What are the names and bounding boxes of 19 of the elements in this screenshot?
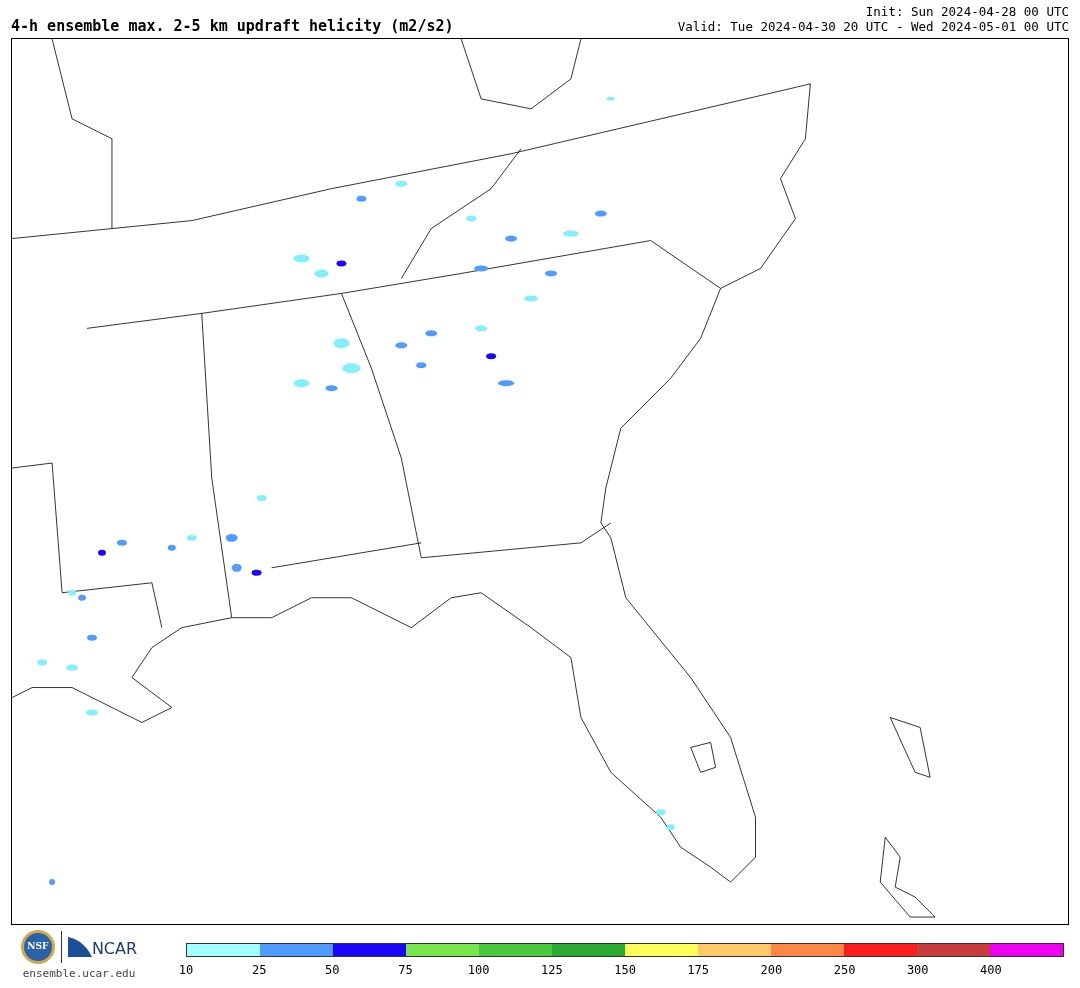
tick-label: 50 (325, 962, 340, 979)
site-url: ensemble.ucar.edu (22, 966, 136, 982)
tick-label: 75 (398, 962, 413, 979)
valid-time: Valid: Tue 2024-04-30 20 UTC - Wed 2024-05-01 00 UTC (677, 19, 1069, 34)
tick-label: 250 (833, 962, 856, 979)
tick-label: 100 (467, 962, 490, 979)
ncar-logo: NCAR (91, 941, 138, 957)
tick-label: 150 (614, 962, 636, 979)
tick-label: 125 (541, 962, 563, 979)
nsf-logo: NSF (20, 930, 55, 964)
tick-label: 25 (251, 962, 267, 979)
chart-title: 4-h ensemble max. 2-5 km updraft helicity (m2/s2) (11, 19, 454, 34)
tick-label: 10 (178, 962, 194, 979)
tick-label: 400 (980, 962, 1002, 979)
tick-label: 175 (687, 962, 710, 979)
wedge-icon (67, 937, 92, 957)
tick-label: 200 (760, 962, 783, 979)
init-time: Init: Sun 2024-04-28 00 UTC (865, 4, 1069, 19)
tick-label: 300 (906, 962, 929, 979)
